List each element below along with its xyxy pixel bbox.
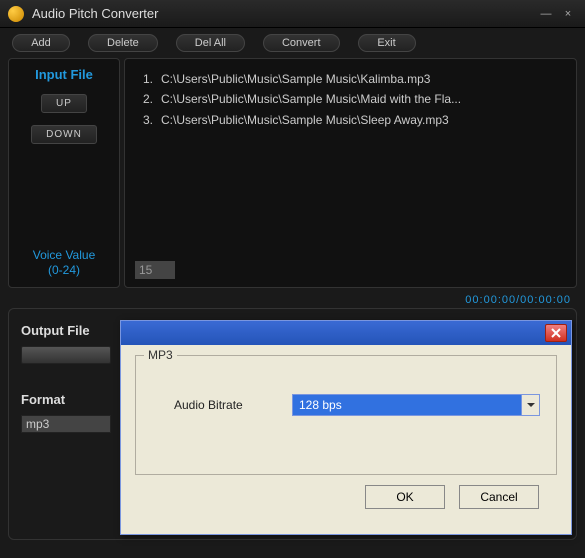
app-logo-icon	[8, 6, 24, 22]
toolbar: Add Delete Del All Convert Exit	[0, 28, 585, 58]
audio-bitrate-value: 128 bps	[299, 398, 342, 412]
ok-button[interactable]: OK	[365, 485, 445, 509]
audio-bitrate-label: Audio Bitrate	[174, 398, 274, 412]
bitrate-dialog: MP3 Audio Bitrate 128 bps OK Cancel	[120, 320, 572, 535]
delete-button[interactable]: Delete	[88, 34, 158, 52]
input-file-label: Input File	[35, 67, 93, 82]
minimize-icon[interactable]: —	[537, 7, 555, 21]
cancel-button[interactable]: Cancel	[459, 485, 539, 509]
timecode: 00:00:00/00:00:00	[0, 288, 585, 308]
fieldset-legend: MP3	[144, 348, 177, 362]
delall-button[interactable]: Del All	[176, 34, 245, 52]
dialog-close-button[interactable]	[545, 324, 567, 342]
close-icon	[551, 328, 561, 338]
voice-value-input[interactable]	[135, 261, 175, 279]
dialog-titlebar	[121, 321, 571, 345]
file-list: 1. C:\Users\Public\Music\Sample Music\Ka…	[135, 69, 566, 130]
up-button[interactable]: UP	[41, 94, 87, 113]
input-panel: Input File UP DOWN Voice Value (0-24)	[8, 58, 120, 288]
titlebar: Audio Pitch Converter — ×	[0, 0, 585, 28]
audio-bitrate-combo[interactable]: 128 bps	[292, 394, 540, 416]
app-title: Audio Pitch Converter	[32, 6, 158, 21]
voice-value-label: Voice Value (0-24)	[33, 248, 96, 279]
format-label: Format	[21, 392, 65, 407]
convert-button[interactable]: Convert	[263, 34, 340, 52]
list-item[interactable]: 2. C:\Users\Public\Music\Sample Music\Ma…	[135, 89, 566, 109]
mp3-fieldset: MP3 Audio Bitrate 128 bps	[135, 355, 557, 475]
list-item[interactable]: 3. C:\Users\Public\Music\Sample Music\Sl…	[135, 110, 566, 130]
close-icon[interactable]: ×	[559, 7, 577, 21]
output-path-field[interactable]	[21, 346, 111, 364]
list-item[interactable]: 1. C:\Users\Public\Music\Sample Music\Ka…	[135, 69, 566, 89]
exit-button[interactable]: Exit	[358, 34, 416, 52]
chevron-down-icon	[521, 395, 539, 415]
add-button[interactable]: Add	[12, 34, 70, 52]
file-list-panel: 1. C:\Users\Public\Music\Sample Music\Ka…	[124, 58, 577, 288]
down-button[interactable]: DOWN	[31, 125, 97, 144]
format-select[interactable]: mp3	[21, 415, 111, 433]
